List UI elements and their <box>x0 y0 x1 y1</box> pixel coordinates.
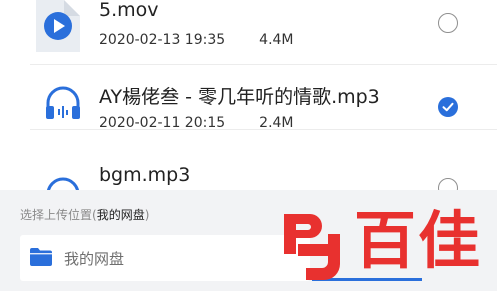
select-radio[interactable] <box>438 178 458 190</box>
audio-file-icon <box>43 85 83 125</box>
upload-path-selector[interactable]: 我的网盘 <box>20 235 310 281</box>
file-row-video[interactable]: 5.mov 2020-02-13 19:35 4.4M <box>0 0 497 65</box>
file-row-audio-selected[interactable]: AY楊佬叁 - 零几年听的情歌.mp3 2020-02-11 20:15 2.4M <box>0 65 497 131</box>
check-icon <box>442 102 454 112</box>
file-name: AY楊佬叁 - 零几年听的情歌.mp3 <box>99 86 380 108</box>
file-meta: 2020-02-13 19:35 4.4M <box>99 32 294 48</box>
select-radio[interactable] <box>438 13 458 33</box>
file-list: 5.mov 2020-02-13 19:35 4.4M AY楊佬叁 - 零几年听的… <box>0 0 497 190</box>
watermark-text: 百佳 <box>354 204 483 277</box>
upload-path-text: 我的网盘 <box>64 250 125 268</box>
upload-location-label: 选择上传位置(我的网盘) <box>20 208 150 222</box>
audio-file-icon <box>43 176 83 190</box>
video-file-icon <box>36 0 80 56</box>
select-radio-checked[interactable] <box>438 97 458 117</box>
file-name: bgm.mp3 <box>99 164 191 186</box>
file-size: 4.4M <box>259 32 294 48</box>
upload-location-target: 我的网盘 <box>96 208 145 222</box>
file-name: 5.mov <box>99 0 159 21</box>
file-row-audio[interactable]: bgm.mp3 <box>0 130 497 190</box>
file-date: 2020-02-13 19:35 <box>99 32 226 48</box>
folder-icon <box>30 248 52 270</box>
watermark: 百佳 <box>276 204 496 284</box>
